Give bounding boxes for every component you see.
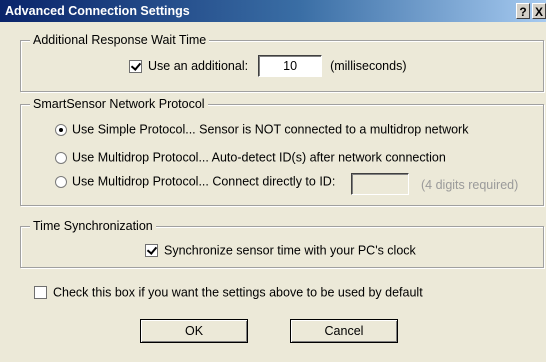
radio-row-direct-id[interactable]: Use Multidrop Protocol... Connect direct… bbox=[55, 174, 335, 189]
radio-row-simple[interactable]: Use Simple Protocol... Sensor is NOT con… bbox=[55, 122, 468, 137]
milliseconds-label: (milliseconds) bbox=[330, 59, 407, 73]
protocol-legend: SmartSensor Network Protocol bbox=[30, 97, 208, 111]
help-icon[interactable]: ? bbox=[516, 3, 530, 19]
title-bar[interactable]: Advanced Connection Settings ? X bbox=[0, 0, 546, 22]
time-sync-group: Time Synchronization Synchronize sensor … bbox=[20, 219, 544, 268]
ok-button[interactable]: OK bbox=[140, 319, 248, 343]
radio-row-autodetect[interactable]: Use Multidrop Protocol... Auto-detect ID… bbox=[55, 150, 446, 165]
use-additional-label: Use an additional: bbox=[148, 59, 249, 73]
protocol-group: SmartSensor Network Protocol Use Simple … bbox=[20, 97, 544, 206]
window-title: Advanced Connection Settings bbox=[5, 4, 190, 18]
time-sync-legend: Time Synchronization bbox=[30, 219, 156, 233]
simple-protocol-radio[interactable] bbox=[55, 123, 67, 136]
autodetect-protocol-label: Use Multidrop Protocol... Auto-detect ID… bbox=[72, 150, 446, 165]
id-hint-label: (4 digits required) bbox=[421, 178, 519, 192]
use-as-default-label: Check this box if you want the settings … bbox=[53, 285, 423, 300]
wait-time-group: Additional Response Wait Time Use an add… bbox=[20, 33, 544, 92]
cancel-button[interactable]: Cancel bbox=[290, 319, 398, 343]
wait-time-legend: Additional Response Wait Time bbox=[30, 33, 210, 47]
autodetect-protocol-radio[interactable] bbox=[55, 151, 67, 164]
direct-id-input[interactable] bbox=[351, 173, 409, 195]
close-icon[interactable]: X bbox=[532, 3, 546, 19]
simple-protocol-label: Use Simple Protocol... Sensor is NOT con… bbox=[72, 122, 469, 137]
sync-time-label: Synchronize sensor time with your PC's c… bbox=[164, 243, 416, 258]
direct-id-protocol-radio[interactable] bbox=[55, 175, 67, 188]
use-as-default-checkbox[interactable] bbox=[34, 286, 47, 300]
sync-time-checkbox[interactable] bbox=[145, 244, 158, 258]
direct-id-protocol-label: Use Multidrop Protocol... Connect direct… bbox=[72, 174, 336, 189]
wait-time-input[interactable]: 10 bbox=[258, 55, 323, 77]
use-additional-checkbox[interactable] bbox=[129, 59, 142, 73]
